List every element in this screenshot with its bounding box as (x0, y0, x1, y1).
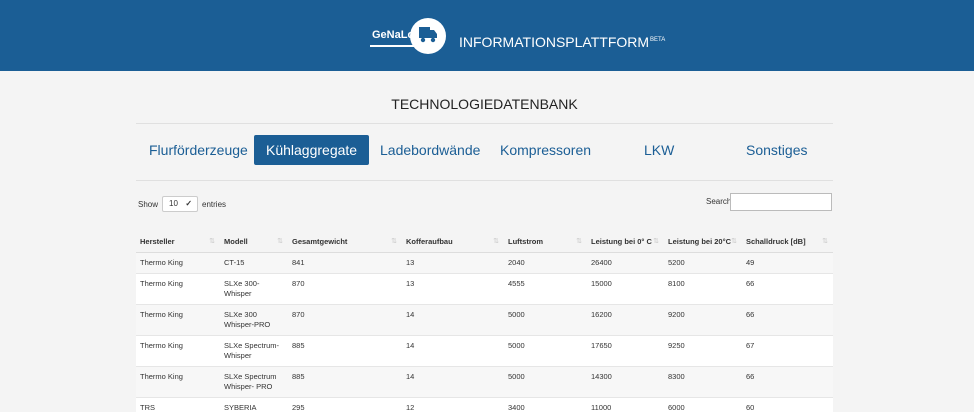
table-cell: SLXe Spectrum Whisper- PRO (220, 365, 288, 397)
table-cell: 5000 (504, 303, 587, 335)
tab-kuehlaggregate[interactable]: Kühlaggregate (254, 135, 370, 165)
table-cell: 26400 (587, 251, 664, 273)
entries-label: entries (202, 199, 227, 209)
sort-icon[interactable]: ⇅ (822, 237, 828, 245)
table-cell: 841 (288, 251, 402, 273)
table-row[interactable]: TRS SYBERIA 295 12 3400 11000 6000 60 (136, 396, 833, 412)
table-cell: Thermo King (136, 303, 220, 335)
divider (136, 180, 833, 181)
table-cell: 66 (742, 303, 833, 335)
table-cell: 49 (742, 251, 833, 273)
table-cell: TRS (136, 396, 220, 412)
column-header[interactable]: Kofferaufbau ⇅ (402, 219, 504, 253)
logo-badge (410, 18, 446, 54)
category-tabs: Flurförderzeuge Kühlaggregate Ladebordwä… (136, 134, 833, 166)
table-cell: 15000 (587, 272, 664, 304)
table-cell: 295 (288, 396, 402, 412)
column-header[interactable]: Leistung bei 0° C ⇅ (587, 219, 664, 253)
table-cell: SLXe 300 Whisper-PRO (220, 303, 288, 335)
column-header[interactable]: Gesamtgewicht ⇅ (288, 219, 402, 253)
table-cell: 13 (402, 251, 504, 273)
chevron-down-icon: ✓ (185, 199, 193, 208)
table-row[interactable]: Thermo King SLXe 300 Whisper-PRO 870 14 … (136, 303, 833, 335)
table-header-row: Hersteller ⇅ Modell ⇅ Gesamtgewicht ⇅ Koffe… (136, 219, 833, 253)
table-row[interactable]: Thermo King CT-15 841 13 2040 26400 5200… (136, 251, 833, 273)
table-row[interactable]: Thermo King SLXe 300-Whisper 870 13 4555… (136, 272, 833, 304)
sort-icon[interactable]: ⇅ (209, 237, 215, 245)
table-cell: 8100 (664, 272, 742, 304)
table-cell: 2040 (504, 251, 587, 273)
content-panel: TECHNOLOGIEDATENBANK Flurförderzeuge Küh… (136, 71, 833, 412)
page-title: TECHNOLOGIEDATENBANK (391, 96, 578, 112)
table-cell: 17650 (587, 334, 664, 366)
table-cell: 16200 (587, 303, 664, 335)
sort-icon[interactable]: ⇅ (493, 237, 499, 245)
technology-table: Hersteller ⇅ Modell ⇅ Gesamtgewicht ⇅ Koffe… (136, 219, 833, 412)
column-header[interactable]: Schalldruck [dB] ⇅ (742, 219, 833, 253)
table-cell: 60 (742, 396, 833, 412)
table-cell: 5000 (504, 365, 587, 397)
tab-ladebordwaende[interactable]: Ladebordwände (380, 135, 480, 165)
show-label: Show (138, 199, 159, 209)
tab-flurfoerderzeuge[interactable]: Flurförderzeuge (149, 135, 248, 165)
table-cell: 885 (288, 334, 402, 366)
table-cell: CT-15 (220, 251, 288, 273)
top-header: GeNaLog INFORMATIONSPLATTFORMBETA (0, 0, 974, 71)
table-row[interactable]: Thermo King SLXe Spectrum Whisper- PRO 8… (136, 365, 833, 397)
table-cell: 6000 (664, 396, 742, 412)
table-cell: SLXe 300-Whisper (220, 272, 288, 304)
table-cell: 67 (742, 334, 833, 366)
table-cell: 870 (288, 272, 402, 304)
table-cell: 12 (402, 396, 504, 412)
table-cell: 5200 (664, 251, 742, 273)
sort-icon[interactable]: ⇅ (653, 237, 659, 245)
genalog-logo[interactable]: GeNaLog (368, 17, 448, 57)
entries-value: 10 (169, 199, 178, 208)
column-header[interactable]: Modell ⇅ (220, 219, 288, 253)
table-cell: 13 (402, 272, 504, 304)
sort-icon[interactable]: ⇅ (391, 237, 397, 245)
platform-title: INFORMATIONSPLATTFORMBETA (459, 34, 665, 50)
table-cell: 3400 (504, 396, 587, 412)
entries-control: Show 10 ✓ entries (138, 196, 226, 212)
column-header[interactable]: Luftstrom ⇅ (504, 219, 587, 253)
table-cell: 885 (288, 365, 402, 397)
table-cell: 11000 (587, 396, 664, 412)
table-cell: 66 (742, 272, 833, 304)
table-cell: Thermo King (136, 334, 220, 366)
table-cell: 4555 (504, 272, 587, 304)
table-cell: 9250 (664, 334, 742, 366)
tab-sonstiges[interactable]: Sonstiges (746, 135, 807, 165)
table-cell: SYBERIA (220, 396, 288, 412)
table-cell: 8300 (664, 365, 742, 397)
table-cell: 14300 (587, 365, 664, 397)
entries-select[interactable]: 10 ✓ (162, 196, 199, 212)
table-cell: 5000 (504, 334, 587, 366)
column-header[interactable]: Hersteller ⇅ (136, 219, 220, 253)
sort-icon[interactable]: ⇅ (277, 237, 283, 245)
truck-icon (419, 27, 437, 43)
table-cell: 9200 (664, 303, 742, 335)
table-row[interactable]: Thermo King SLXe Spectrum-Whisper 885 14… (136, 334, 833, 366)
table-cell: Thermo King (136, 365, 220, 397)
search-input[interactable] (730, 193, 832, 211)
table-cell: 14 (402, 334, 504, 366)
table-cell: 870 (288, 303, 402, 335)
table-cell: 14 (402, 303, 504, 335)
tab-kompressoren[interactable]: Kompressoren (500, 135, 591, 165)
tab-lkw[interactable]: LKW (644, 135, 674, 165)
beta-badge: BETA (650, 37, 666, 44)
sort-icon[interactable]: ⇅ (576, 237, 582, 245)
table-cell: SLXe Spectrum-Whisper (220, 334, 288, 366)
table-cell: 66 (742, 365, 833, 397)
platform-title-text: INFORMATIONSPLATTFORM (459, 34, 650, 50)
table-cell: Thermo King (136, 272, 220, 304)
divider (136, 123, 833, 124)
table-cell: 14 (402, 365, 504, 397)
column-header[interactable]: Leistung bei 20°C ⇅ (664, 219, 742, 253)
table-cell: Thermo King (136, 251, 220, 273)
sort-icon[interactable]: ⇅ (731, 237, 737, 245)
